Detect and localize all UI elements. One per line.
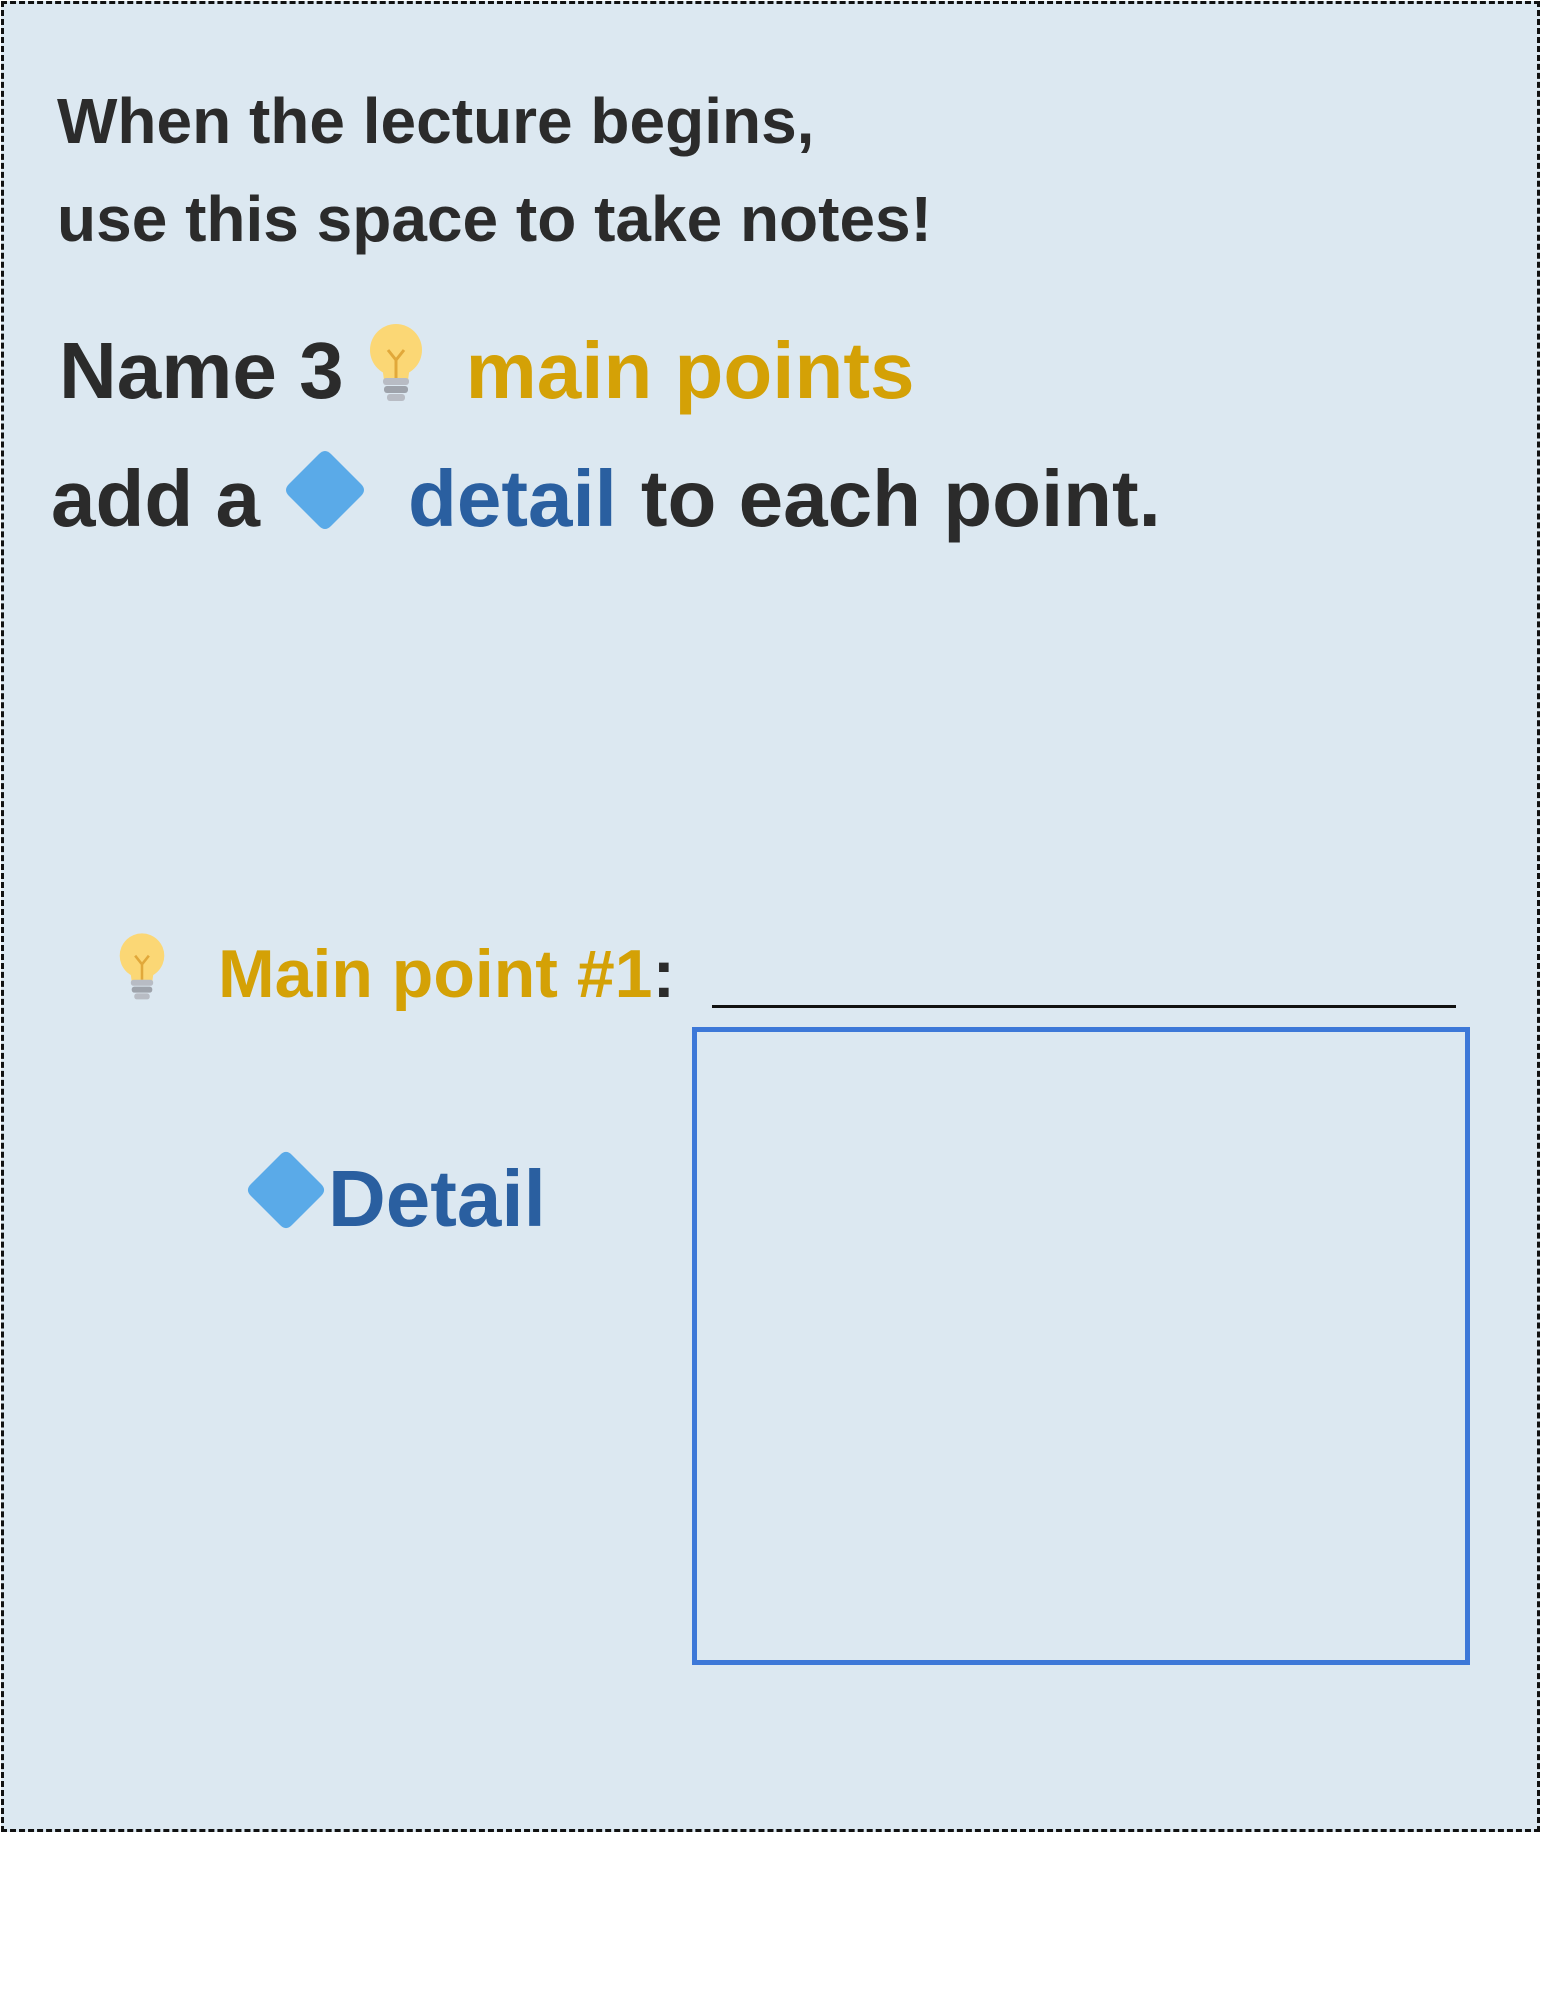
instruction-line-2: add a detail to each point.	[51, 444, 1161, 554]
blue-diamond-icon	[244, 1148, 328, 1251]
instruction-suffix: to each point.	[640, 454, 1161, 543]
intro-line-2: use this space to take notes!	[57, 183, 932, 255]
detail-row: Detail	[244, 1144, 546, 1254]
detail-highlight: detail	[407, 454, 617, 543]
instruction-add-a: add a	[51, 454, 260, 543]
main-point-1-row: Main point #1 :	[116, 924, 675, 1024]
light-bulb-icon	[116, 930, 168, 1018]
intro-text: When the lecture begins, use this space …	[57, 72, 932, 268]
notes-card: When the lecture begins, use this space …	[1, 1, 1540, 1832]
intro-line-1: When the lecture begins,	[57, 85, 815, 157]
instruction-name-3: Name 3	[59, 326, 344, 415]
instruction-line-1: Name 3 main points	[59, 316, 915, 426]
light-bulb-icon	[366, 320, 426, 423]
detail-notes-box[interactable]	[692, 1027, 1470, 1665]
detail-label: Detail	[328, 1154, 546, 1243]
blue-diamond-icon	[282, 447, 368, 552]
main-point-1-label: Main point #1	[218, 936, 653, 1012]
main-point-1-colon: :	[652, 936, 676, 1012]
main-points-highlight: main points	[465, 326, 915, 415]
main-point-1-answer-line[interactable]	[712, 1005, 1456, 1008]
